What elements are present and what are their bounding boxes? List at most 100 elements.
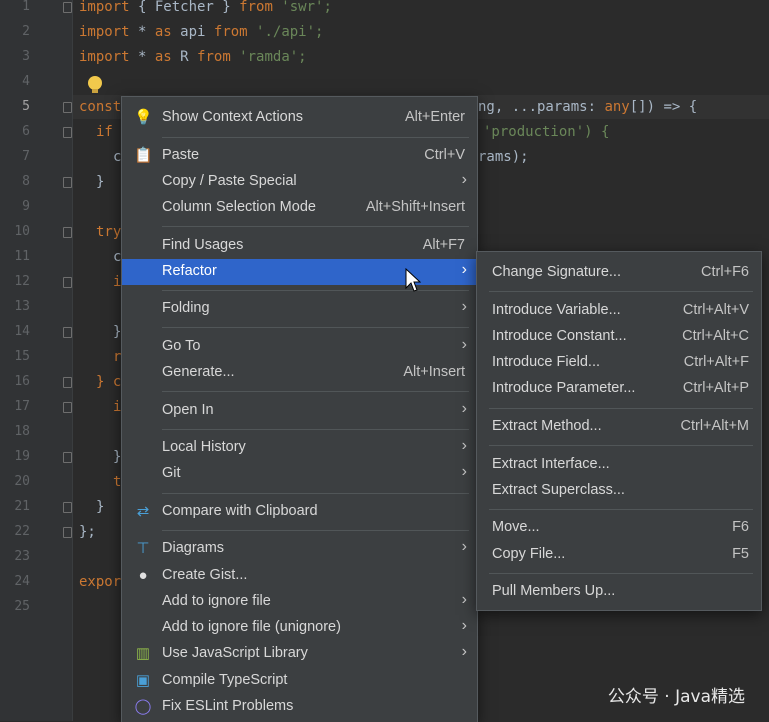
menu-item-go-to[interactable]: Go To ›	[122, 334, 477, 360]
menu-item-shortcut: Ctrl+Alt+V	[682, 302, 749, 318]
menu-item-label: Column Selection Mode	[162, 199, 316, 215]
menu-item-add-to-ignore-file[interactable]: Add to ignore file ›	[122, 589, 477, 615]
fold-marker-icon[interactable]	[63, 452, 72, 463]
code-line-6-left[interactable]: if	[96, 120, 113, 144]
menu-item-label: Add to ignore file (unignore)	[162, 619, 341, 635]
menu-item-label: Folding	[162, 300, 210, 316]
menu-item-compare-with-clipboard[interactable]: ⇄ Compare with Clipboard	[122, 499, 477, 525]
submenu-item-introduce-parameter[interactable]: Introduce Parameter... Ctrl+Alt+P	[477, 376, 761, 402]
menu-item-label: Go To	[162, 338, 201, 354]
menu-item-label: Pull Members Up...	[492, 583, 616, 599]
fold-marker-icon[interactable]	[63, 327, 72, 338]
submenu-item-introduce-constant[interactable]: Introduce Constant... Ctrl+Alt+C	[477, 324, 761, 350]
submenu-item-extract-interface[interactable]: Extract Interface...	[477, 452, 761, 478]
menu-item-copy-paste-special[interactable]: Copy / Paste Special ›	[122, 169, 477, 195]
fold-marker-icon[interactable]	[63, 527, 72, 538]
menu-item-shortcut: Ctrl+Alt+F	[683, 354, 749, 370]
submenu-item-pull-members-up[interactable]: Pull Members Up...	[477, 579, 761, 605]
fold-marker-icon[interactable]	[63, 127, 72, 138]
menu-item-find-usages[interactable]: Find Usages Alt+F7	[122, 233, 477, 259]
menu-item-label: Local History	[162, 439, 246, 455]
menu-item-shortcut: Ctrl+V	[424, 147, 465, 163]
menu-item-paste[interactable]: 📋 Paste Ctrl+V	[122, 143, 477, 169]
submenu-item-introduce-variable[interactable]: Introduce Variable... Ctrl+Alt+V	[477, 298, 761, 324]
line-number: 3	[22, 49, 30, 64]
line-number: 21	[14, 499, 30, 514]
menu-item-shortcut: Alt+F7	[422, 237, 465, 253]
fold-marker-icon[interactable]	[63, 502, 72, 513]
code-line-10[interactable]: try	[96, 220, 121, 244]
code-line-6-right[interactable]: 'production') {	[483, 120, 609, 144]
line-number: 16	[14, 374, 30, 389]
code-line-21[interactable]: }	[96, 495, 104, 519]
menu-item-diagrams[interactable]: ⊤ Diagrams ›	[122, 536, 477, 562]
menu-item-use-javascript-library[interactable]: ▥ Use JavaScript Library ›	[122, 641, 477, 667]
menu-item-local-history[interactable]: Local History ›	[122, 435, 477, 461]
line-number: 5	[22, 99, 30, 114]
diagram-icon: ⊤	[136, 540, 150, 557]
code-line-5-right[interactable]: ng, ...params: any[]) => {	[478, 95, 697, 119]
code-line-3[interactable]: import * as R from 'ramda';	[79, 45, 307, 69]
chevron-right-icon: ›	[461, 591, 467, 608]
code-line-5-left[interactable]: const	[79, 95, 121, 119]
code-line-7-right[interactable]: rams);	[478, 145, 529, 169]
menu-item-shortcut: Alt+Insert	[403, 364, 465, 380]
chevron-right-icon: ›	[461, 261, 467, 278]
menu-item-label: Copy / Paste Special	[162, 173, 297, 189]
line-number: 19	[14, 449, 30, 464]
compare-icon: ⇄	[136, 503, 150, 520]
code-line-24[interactable]: expor	[79, 570, 121, 594]
menu-item-label: Move...	[492, 519, 540, 535]
menu-item-shortcut: Ctrl+F6	[701, 264, 749, 280]
line-number: 22	[14, 524, 30, 539]
submenu-item-move[interactable]: Move... F6	[477, 515, 761, 541]
fold-marker-icon[interactable]	[63, 402, 72, 413]
menu-item-label: Find Usages	[162, 237, 244, 253]
fold-marker-icon[interactable]	[63, 2, 72, 13]
chevron-right-icon: ›	[461, 171, 467, 188]
line-number: 20	[14, 474, 30, 489]
menu-item-label: Paste	[162, 147, 200, 163]
menu-item-label: Generate...	[162, 364, 235, 380]
menu-item-shortcut: Ctrl+Alt+M	[680, 418, 750, 434]
refactor-submenu: Change Signature... Ctrl+F6 Introduce Va…	[476, 251, 762, 611]
menu-item-compile-typescript[interactable]: ▣ Compile TypeScript	[122, 668, 477, 694]
menu-item-add-to-ignore-file-unignore[interactable]: Add to ignore file (unignore) ›	[122, 615, 477, 641]
menu-item-git[interactable]: Git ›	[122, 461, 477, 487]
code-line-1[interactable]: import { Fetcher } from 'swr';	[79, 0, 332, 19]
menu-item-show-context-actions[interactable]: 💡 Show Context Actions Alt+Enter	[122, 105, 477, 131]
line-number: 4	[22, 74, 30, 89]
menu-item-refactor[interactable]: Refactor ›	[122, 259, 477, 285]
menu-item-label: Extract Method...	[492, 418, 602, 434]
submenu-item-extract-superclass[interactable]: Extract Superclass...	[477, 478, 761, 504]
menu-separator	[162, 137, 469, 138]
lightbulb-icon[interactable]	[88, 76, 102, 93]
menu-item-fix-eslint-problems[interactable]: ◯ Fix ESLint Problems	[122, 694, 477, 720]
fold-marker-icon[interactable]	[63, 177, 72, 188]
menu-separator	[162, 429, 469, 430]
submenu-item-introduce-field[interactable]: Introduce Field... Ctrl+Alt+F	[477, 350, 761, 376]
submenu-item-extract-method[interactable]: Extract Method... Ctrl+Alt+M	[477, 414, 761, 440]
fold-marker-icon[interactable]	[63, 377, 72, 388]
chevron-right-icon: ›	[461, 617, 467, 634]
code-line-22[interactable]: };	[79, 520, 96, 544]
code-line-8[interactable]: }	[96, 170, 104, 194]
menu-item-open-in[interactable]: Open In ›	[122, 398, 477, 424]
fold-marker-icon[interactable]	[63, 102, 72, 113]
menu-item-create-gist[interactable]: ● Create Gist...	[122, 563, 477, 589]
menu-item-label: Open In	[162, 402, 214, 418]
menu-separator	[162, 391, 469, 392]
submenu-item-copy-file[interactable]: Copy File... F5	[477, 542, 761, 568]
menu-item-generate[interactable]: Generate... Alt+Insert	[122, 360, 477, 386]
fold-marker-icon[interactable]	[63, 277, 72, 288]
fold-marker-icon[interactable]	[63, 227, 72, 238]
menu-item-column-selection-mode[interactable]: Column Selection Mode Alt+Shift+Insert	[122, 195, 477, 221]
typescript-icon: ▣	[135, 672, 151, 689]
submenu-item-change-signature[interactable]: Change Signature... Ctrl+F6	[477, 260, 761, 286]
line-number: 23	[14, 549, 30, 564]
code-line-16[interactable]: } c	[96, 370, 121, 394]
menu-separator	[489, 445, 753, 446]
menu-item-folding[interactable]: Folding ›	[122, 296, 477, 322]
menu-item-label: Introduce Field...	[492, 354, 600, 370]
code-line-2[interactable]: import * as api from './api';	[79, 20, 323, 44]
